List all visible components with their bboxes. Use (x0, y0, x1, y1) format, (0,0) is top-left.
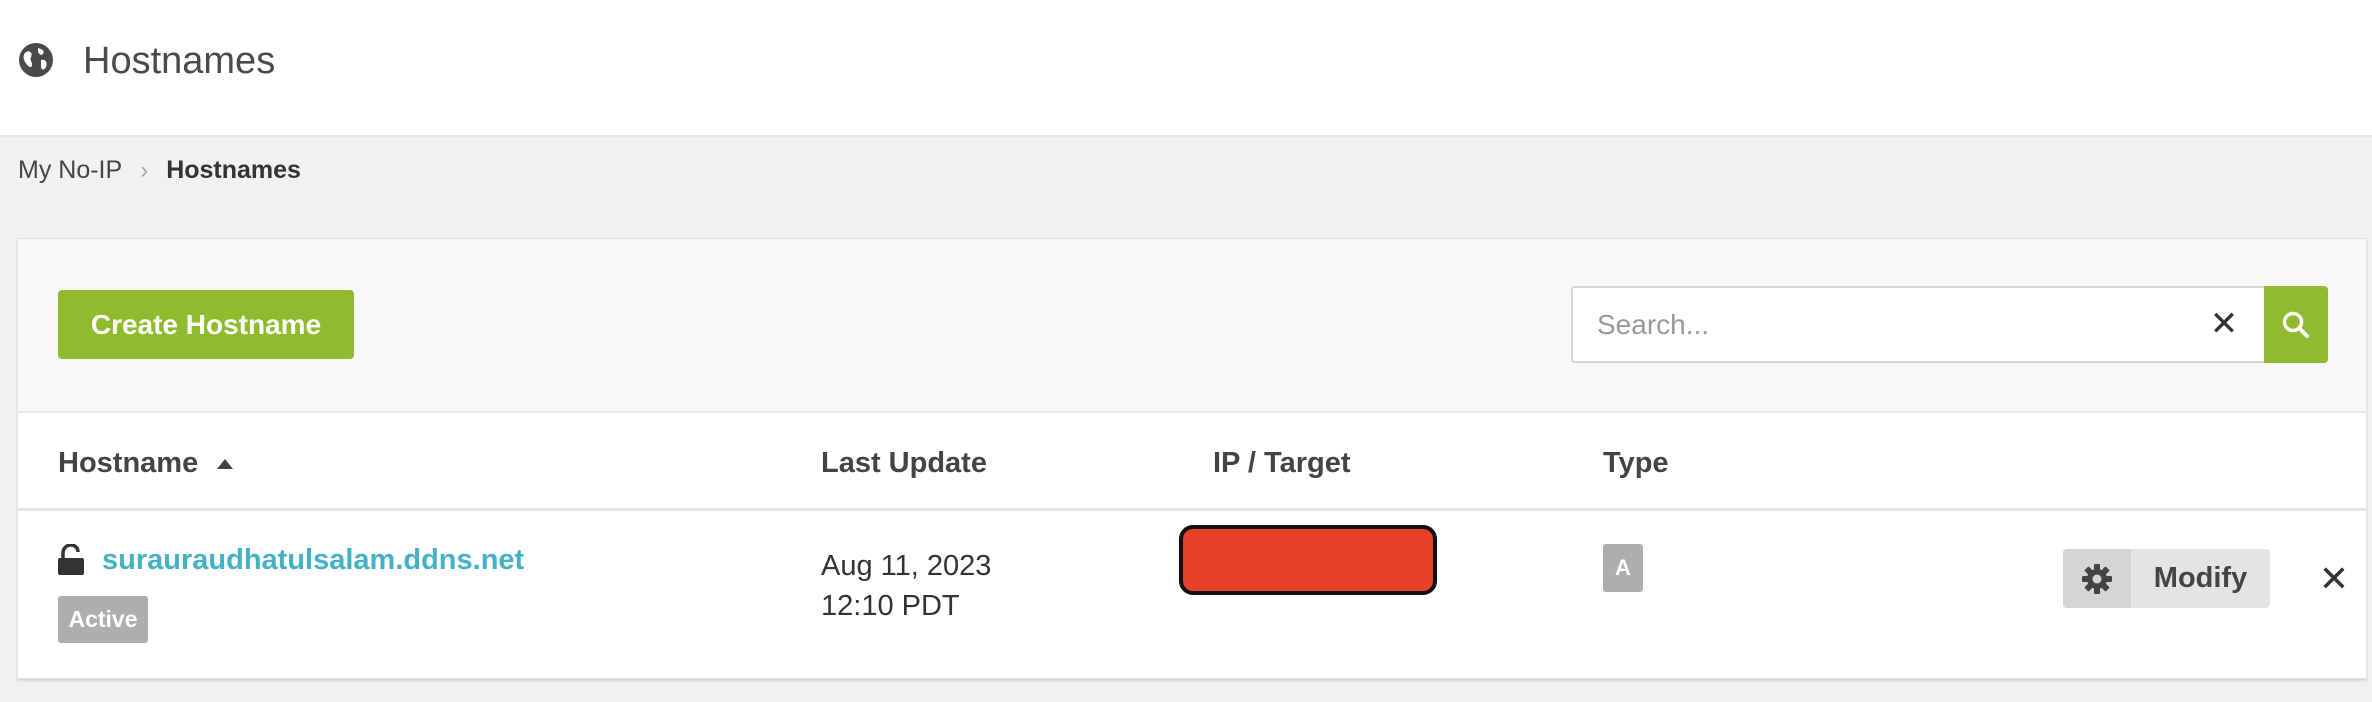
toolbar: Create Hostname ✕ (18, 239, 2366, 413)
delete-hostname-icon[interactable]: ✕ (2312, 554, 2356, 604)
column-label-hostname: Hostname (58, 447, 199, 479)
ip-target-redacted (1179, 525, 1437, 595)
clear-search-icon[interactable]: ✕ (2200, 300, 2248, 348)
column-header-type[interactable]: Type (1603, 415, 1669, 511)
page-title: Hostnames (83, 40, 276, 82)
status-badge: Active (58, 596, 148, 643)
breadcrumb-link-my-no-ip[interactable]: My No-IP (18, 156, 122, 185)
sort-ascending-icon (217, 459, 234, 470)
hostnames-panel: Create Hostname ✕ Hostname Last Update I… (17, 238, 2367, 679)
search-icon (2282, 311, 2309, 338)
search-group: ✕ (1571, 286, 2328, 363)
page-header: Hostnames (0, 0, 2372, 137)
last-update-date: Aug 11, 2023 (821, 550, 992, 582)
column-header-hostname[interactable]: Hostname (58, 415, 234, 511)
modify-button[interactable]: Modify (2063, 549, 2270, 608)
breadcrumb: My No-IP › Hostnames (18, 156, 301, 185)
search-button[interactable] (2264, 286, 2328, 363)
hostname-link[interactable]: surauraudhatulsalam.ddns.net (102, 544, 524, 577)
globe-icon (19, 43, 53, 77)
last-update-time: 12:10 PDT (821, 590, 960, 622)
table-header: Hostname Last Update IP / Target Type (18, 415, 2366, 511)
modify-label: Modify (2153, 562, 2248, 594)
create-hostname-button[interactable]: Create Hostname (58, 290, 354, 359)
search-input[interactable] (1571, 286, 2264, 363)
breadcrumb-separator: › (140, 156, 149, 184)
record-type-badge: A (1603, 544, 1643, 592)
gear-icon (2063, 549, 2131, 608)
table-row: surauraudhatulsalam.ddns.net Active Aug … (18, 514, 2366, 680)
unlocked-lock-icon (58, 544, 84, 575)
column-header-last-update[interactable]: Last Update (821, 415, 987, 511)
column-header-ip-target[interactable]: IP / Target (1213, 415, 1351, 511)
breadcrumb-current: Hostnames (166, 156, 301, 184)
